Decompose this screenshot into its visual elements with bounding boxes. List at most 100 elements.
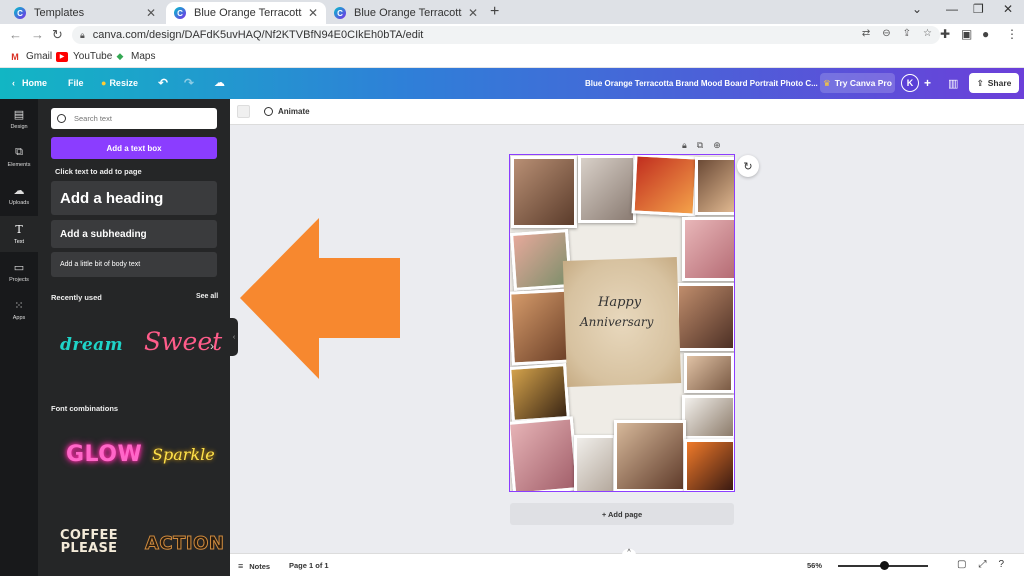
photo-couple-laughing[interactable] [614, 420, 686, 491]
zoom-icon[interactable]: ⊖ [882, 28, 890, 39]
close-icon[interactable]: ✕ [468, 6, 478, 20]
animate-label: Animate [278, 107, 310, 116]
bookmark-maps[interactable]: ◆ Maps [114, 51, 156, 62]
new-tab-icon[interactable]: + [490, 3, 499, 21]
search-input[interactable] [74, 114, 204, 123]
rail-item-text[interactable]: T Text [0, 216, 38, 252]
rail-item-projects[interactable]: ▭ Projects [0, 254, 38, 290]
share-button[interactable]: ⇪ Share [969, 73, 1019, 93]
file-label: File [68, 78, 84, 88]
help-icon[interactable]: ? [998, 559, 1004, 570]
bookmark-star-icon[interactable]: ☆ [923, 28, 932, 39]
background-color-swatch[interactable] [237, 105, 250, 118]
font-combo-action[interactable]: ACTION [144, 533, 224, 555]
bookmark-youtube[interactable]: ▶ YouTube [56, 51, 112, 62]
bookmark-gmail[interactable]: M Gmail [9, 51, 52, 62]
zoom-percentage[interactable]: 56% [807, 561, 822, 570]
refresh-design-icon[interactable]: ↻ [737, 155, 759, 177]
notes-button[interactable]: ≡ Notes [238, 561, 270, 571]
redo-icon[interactable]: ↷ [184, 76, 194, 90]
browser-tab-templates[interactable]: C Templates ✕ [6, 2, 164, 24]
add-collaborator-icon[interactable]: + [924, 76, 931, 90]
extensions-icon[interactable]: ✚ [940, 27, 950, 41]
try-canva-pro-button[interactable]: ♛ Try Canva Pro [820, 73, 895, 93]
avatar[interactable]: K [901, 74, 919, 92]
lock-icon: 🔒︎ [80, 29, 85, 40]
insights-chart-icon[interactable]: ▥ [948, 77, 958, 90]
photo-pink-roses[interactable] [510, 416, 580, 491]
add-heading-button[interactable]: Add a heading [51, 181, 217, 215]
cloud-save-icon[interactable]: ☁ [214, 76, 225, 89]
photo-roses[interactable] [682, 217, 734, 281]
side-panel-icon[interactable]: ▣ [961, 27, 972, 41]
add-page-button[interactable]: + Add page [510, 503, 734, 525]
browser-tab-active-design[interactable]: C Blue Orange Terracotta Brand Mo ✕ [166, 2, 326, 24]
search-box[interactable] [51, 108, 217, 129]
text-icon: T [15, 223, 23, 236]
menu-kebab-icon[interactable]: ⋮ [1006, 27, 1018, 41]
tab-search-chevron-icon[interactable]: ⌄ [912, 2, 922, 16]
file-menu-button[interactable]: File [68, 78, 84, 88]
chevron-up-icon[interactable]: ^ [622, 549, 636, 557]
search-icon [57, 114, 66, 123]
bookmarks-bar: M Gmail ▶ YouTube ◆ Maps [0, 46, 1024, 68]
photo-couple-dinner[interactable] [676, 283, 734, 351]
rail-label: Projects [9, 277, 29, 283]
photo-balloons[interactable] [682, 395, 734, 439]
add-body-text-button[interactable]: Add a little bit of body text [51, 252, 217, 277]
font-combo-sparkle[interactable]: Sparkle [152, 445, 215, 464]
animate-button[interactable]: Animate [264, 107, 310, 116]
resize-button[interactable]: ● Resize [101, 78, 138, 88]
page-indicator[interactable]: Page 1 of 1 [289, 561, 329, 570]
close-icon[interactable]: ✕ [308, 6, 318, 20]
font-style-dream[interactable]: dream [60, 335, 123, 355]
design-page[interactable]: Happy Anniversary [509, 154, 735, 492]
close-icon[interactable]: ✕ [146, 6, 156, 20]
add-subheading-button[interactable]: Add a subheading [51, 220, 217, 248]
back-icon[interactable]: ← [9, 27, 22, 42]
rail-item-design[interactable]: ▤ Design [0, 101, 38, 137]
undo-icon[interactable]: ↶ [158, 76, 168, 90]
rail-item-uploads[interactable]: ☁ Uploads [0, 177, 38, 213]
design-text-happy[interactable]: Happy [598, 295, 641, 310]
forward-icon[interactable]: → [31, 27, 44, 42]
lock-icon[interactable]: 🔒︎ [682, 140, 687, 151]
photo-couple-window[interactable] [578, 155, 636, 223]
add-page-icon[interactable]: ⊕ [713, 140, 721, 151]
tab-title: Blue Orange Terracotta Brand Mo [354, 7, 462, 19]
home-button[interactable]: ‹ Home [12, 78, 47, 88]
photo-cake-candles[interactable] [684, 439, 734, 491]
share-page-icon[interactable]: ⇪ [903, 28, 911, 39]
page-count-icon[interactable]: ▢ [957, 559, 966, 570]
translate-icon[interactable]: ⇄ [862, 28, 870, 39]
font-combo-glow[interactable]: GLOW [66, 442, 142, 467]
photo-gift-box[interactable] [510, 363, 570, 423]
photo-light[interactable] [574, 435, 616, 491]
browser-tab-design-2[interactable]: C Blue Orange Terracotta Brand Mo ✕ [326, 2, 486, 24]
bookmark-label: Gmail [26, 51, 53, 62]
see-all-link[interactable]: See all [196, 293, 218, 300]
add-text-box-button[interactable]: Add a text box [51, 137, 217, 159]
photo-couple-gift[interactable] [511, 156, 577, 228]
rail-item-elements[interactable]: ⧉ Elements [0, 139, 38, 175]
fullscreen-icon[interactable]: ⤢ [978, 559, 986, 570]
photo-candles[interactable] [631, 155, 699, 217]
design-text-anniversary[interactable]: Anniversary [580, 315, 653, 329]
font-combo-coffee-please[interactable]: COFFEE PLEASE [60, 529, 118, 555]
chevron-right-icon[interactable]: › [210, 339, 214, 353]
url-bar[interactable]: 🔒︎ canva.com/design/DAFdK5uvHAQ/Nf2KTVBf… [72, 26, 940, 44]
duplicate-page-icon[interactable]: ⧉ [697, 140, 703, 151]
restore-icon[interactable]: ❐ [973, 2, 984, 16]
url-text: canva.com/design/DAFdK5uvHAQ/Nf2KTVBfN94… [92, 29, 424, 41]
document-title[interactable]: Blue Orange Terracotta Brand Mood Board … [585, 79, 818, 88]
photo-dinner[interactable] [695, 157, 734, 215]
reload-icon[interactable]: ↻ [52, 27, 63, 43]
window-close-icon[interactable]: ✕ [1003, 2, 1013, 16]
collapse-panel-handle[interactable]: ‹ [230, 318, 238, 356]
zoom-slider-handle[interactable] [880, 561, 889, 570]
minimize-icon[interactable]: — [946, 2, 958, 16]
profile-icon[interactable]: ● [982, 27, 989, 41]
rail-item-apps[interactable]: ⁙ Apps [0, 292, 38, 328]
recently-used-heading: Recently used [51, 293, 102, 302]
photo-celebration[interactable] [684, 353, 734, 393]
